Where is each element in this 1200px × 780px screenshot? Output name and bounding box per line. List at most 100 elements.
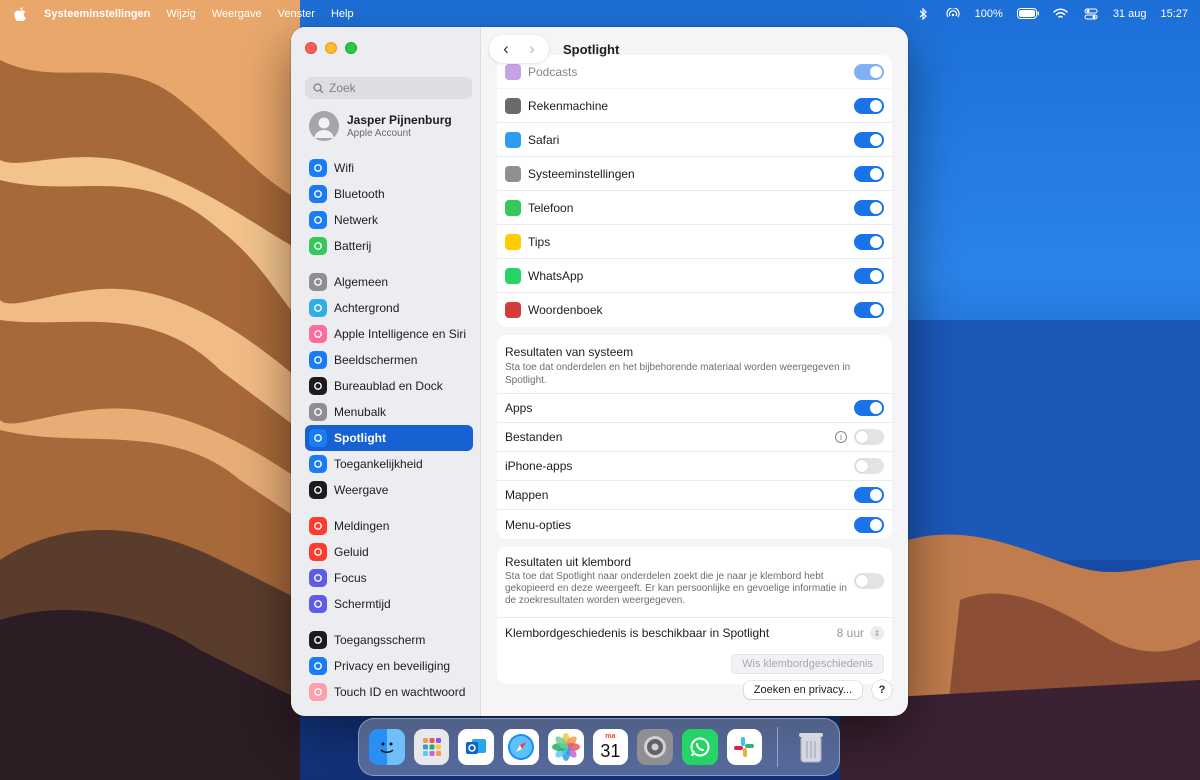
dock-icon <box>309 377 327 395</box>
sidebar-item-label: Focus <box>334 571 367 585</box>
sidebar-item-bluetooth[interactable]: Bluetooth <box>305 181 473 207</box>
sidebar-item-weergave[interactable]: Weergave <box>305 477 473 503</box>
footer: Zoeken en privacy... ? <box>743 680 892 700</box>
sidebar-item-beeldschermen[interactable]: Beeldschermen <box>305 347 473 373</box>
sidebar-item-label: Weergave <box>334 483 389 497</box>
stepper-arrows-icon: ⇕ <box>870 626 884 640</box>
sidebar-item-meldingen[interactable]: Meldingen <box>305 513 473 539</box>
list-item: Rekenmachine <box>497 89 892 123</box>
list-item: Telefoon <box>497 191 892 225</box>
menu-venster[interactable]: Venster <box>278 8 315 20</box>
sidebar-item-focus[interactable]: Focus <box>305 565 473 591</box>
help-button[interactable]: ? <box>872 680 892 700</box>
apple-menu-icon[interactable] <box>12 6 28 21</box>
clipboard-history-label: Klembordgeschiedenis is beschikbaar in S… <box>505 626 770 640</box>
sidebar-item-bureaublad-en-dock[interactable]: Bureaublad en Dock <box>305 373 473 399</box>
airdrop-status-icon[interactable] <box>945 7 961 21</box>
battery-status-icon[interactable] <box>1016 7 1039 21</box>
sidebar-item-toegankelijkheid[interactable]: Toegankelijkheid <box>305 451 473 477</box>
app-rekenmachine-icon <box>505 97 521 114</box>
sidebar-item-toegangsscherm[interactable]: Toegangsscherm <box>305 627 473 653</box>
app-label: Systeeminstellingen <box>528 166 635 181</box>
outlook-icon[interactable] <box>458 729 495 765</box>
system-result-toggle[interactable] <box>854 400 884 416</box>
trash-icon[interactable] <box>793 729 829 765</box>
app-toggle[interactable] <box>854 165 884 182</box>
close-button[interactable] <box>305 42 317 54</box>
control-center-icon[interactable] <box>1083 7 1099 21</box>
app-toggle[interactable] <box>854 97 884 114</box>
clipboard-history-stepper[interactable]: 8 uur ⇕ <box>837 626 884 640</box>
date-display[interactable]: 31 aug <box>1113 8 1147 20</box>
wifi-status-icon[interactable] <box>1053 7 1069 21</box>
app-toggle[interactable] <box>854 199 884 216</box>
flower-icon <box>309 299 327 317</box>
whatsapp-icon[interactable] <box>681 729 718 765</box>
sidebar-item-touch-id-en-wachtwoord[interactable]: Touch ID en wachtwoord <box>305 679 473 705</box>
system-result-toggle[interactable] <box>854 516 884 533</box>
menu-wijzig[interactable]: Wijzig <box>166 8 195 20</box>
speaker-icon <box>309 543 327 561</box>
clipboard-results-card: Resultaten uit klembord Sta toe dat Spot… <box>497 547 892 684</box>
sidebar-item-achtergrond[interactable]: Achtergrond <box>305 295 473 321</box>
app-safari-icon <box>505 131 521 148</box>
slack-icon[interactable] <box>726 729 763 765</box>
system-results-title: Resultaten van systeem <box>505 345 634 359</box>
accessibility-icon <box>309 455 327 473</box>
clear-clipboard-history-button[interactable]: Wis klembordgeschiedenis <box>731 654 884 674</box>
back-button[interactable]: ‹ <box>493 39 519 59</box>
sidebar-item-menubalk[interactable]: Menubalk <box>305 399 473 425</box>
search-privacy-button[interactable]: Zoeken en privacy... <box>743 681 862 699</box>
sidebar-nav: Wifi Bluetooth Netwerk Batterij Algemeen Acht… <box>305 155 473 715</box>
clipboard-results-toggle[interactable] <box>854 573 884 589</box>
time-display[interactable]: 15:27 <box>1160 8 1188 20</box>
sidebar-item-algemeen[interactable]: Algemeen <box>305 269 473 295</box>
sidebar-item-geluid[interactable]: Geluid <box>305 539 473 565</box>
photos-icon[interactable] <box>547 729 584 765</box>
calendar-icon[interactable]: ma 31 <box>592 729 629 765</box>
sidebar-item-privacy-en-beveiliging[interactable]: Privacy en beveiliging <box>305 653 473 679</box>
sidebar-search-field[interactable]: Zoek <box>305 77 472 99</box>
sidebar-item-label: Touch ID en wachtwoord <box>334 685 466 699</box>
account-name: Jasper Pijnenburg <box>347 113 452 127</box>
minimize-button[interactable] <box>325 42 337 54</box>
system-result-toggle[interactable] <box>854 458 884 474</box>
list-item: Systeeminstellingen <box>497 157 892 191</box>
app-menu-title[interactable]: Systeeminstellingen <box>44 8 150 20</box>
zoom-button[interactable] <box>345 42 357 54</box>
forward-button[interactable]: › <box>519 39 545 59</box>
menu-help[interactable]: Help <box>331 8 354 20</box>
hourglass-icon <box>309 595 327 613</box>
sidebar-item-label: Beeldschermen <box>334 353 418 367</box>
sidebar-item-schermtijd[interactable]: Schermtijd <box>305 591 473 617</box>
app-toggle[interactable] <box>854 302 884 318</box>
settings-window: Zoek Jasper Pijnenburg Apple Account Wif… <box>291 27 908 716</box>
battery-icon <box>309 237 327 255</box>
toolbar: ‹ › Spotlight <box>481 27 908 71</box>
app-toggle[interactable] <box>854 233 884 250</box>
system-result-toggle[interactable] <box>854 487 884 503</box>
clipboard-history-row: Klembordgeschiedenis is beschikbaar in S… <box>497 618 892 648</box>
sidebar-item-spotlight[interactable]: Spotlight <box>305 425 473 451</box>
system-result-toggle[interactable] <box>854 429 884 445</box>
app-toggle[interactable] <box>854 131 884 148</box>
finder-icon[interactable] <box>369 729 405 765</box>
system-results-description: Sta toe dat onderdelen en het bijbehoren… <box>505 362 851 386</box>
sidebar-item-batterij[interactable]: Batterij <box>305 233 473 259</box>
sidebar-item-label: Netwerk <box>334 213 379 227</box>
sidebar-item-netwerk[interactable]: Netwerk <box>305 207 473 233</box>
safari-icon[interactable] <box>503 729 539 765</box>
system-result-label: Apps <box>505 401 533 415</box>
sidebar-item-wifi[interactable]: Wifi <box>305 155 473 181</box>
bluetooth-status-icon[interactable] <box>915 7 931 21</box>
apple-account-item[interactable]: Jasper Pijnenburg Apple Account <box>309 111 452 141</box>
list-item: iPhone-apps <box>497 452 892 481</box>
menu-weergave[interactable]: Weergave <box>212 8 262 20</box>
info-icon[interactable]: i <box>835 431 847 443</box>
app-toggle[interactable] <box>854 267 884 284</box>
settings-content: Podcasts Rekenmachine Safari Systeeminstell… <box>497 55 892 692</box>
launchpad-icon[interactable] <box>413 729 450 765</box>
system-settings-icon[interactable] <box>637 729 673 765</box>
sidebar-item-apple-intelligence-en-siri[interactable]: Apple Intelligence en Siri <box>305 321 473 347</box>
app-woordenboek-icon <box>505 302 521 318</box>
